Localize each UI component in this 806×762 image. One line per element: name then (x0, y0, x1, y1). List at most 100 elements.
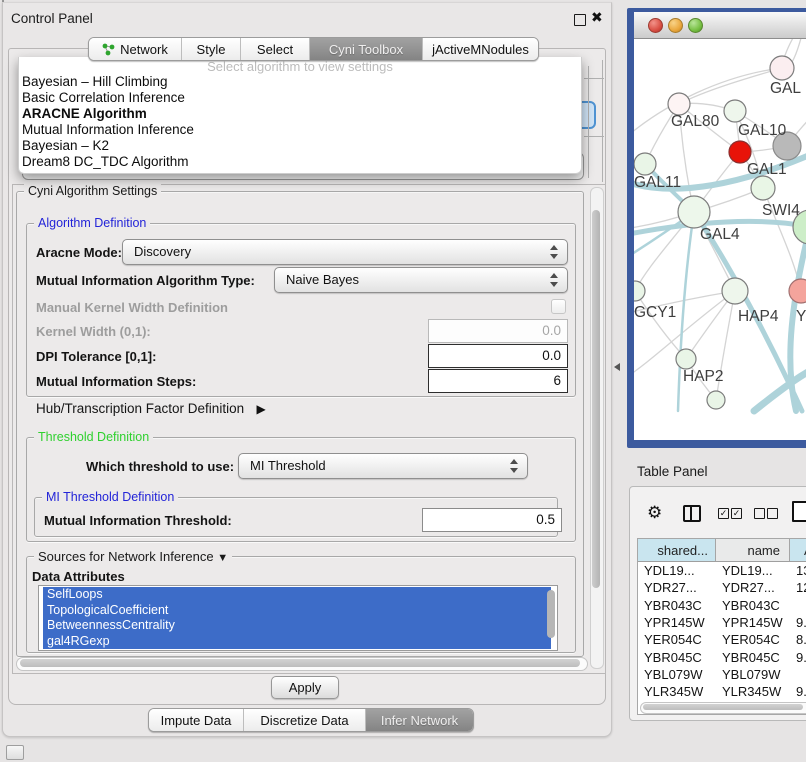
algorithm-option[interactable]: Basic Correlation Inference (22, 90, 185, 105)
kernel-width-field: 0.0 (428, 319, 568, 343)
hub-section-toggle[interactable]: Hub/Transcription Factor Definition ▶ (36, 400, 266, 416)
control-panel-bottom-tabs: Impute Data Discretize Data Infer Networ… (148, 708, 474, 732)
algorithm-option[interactable]: Bayesian – Hill Climbing (22, 74, 168, 89)
node-gal10[interactable] (724, 100, 746, 122)
aracne-mode-label: Aracne Mode: (36, 245, 122, 260)
control-panel-tabs: Network Style Select Cyni Toolbox jActiv… (88, 37, 539, 61)
table-row: YBR043CYBR043C (638, 597, 806, 614)
mi-threshold-label: Mutual Information Threshold: (44, 513, 232, 528)
node-label: GCY1 (634, 304, 676, 321)
settings-horizontal-scrollbar[interactable] (16, 657, 588, 671)
tab-discretize-data[interactable]: Discretize Data (243, 709, 365, 731)
table-rows: YDL19...YDL19...13 YDR27...YDR27...12 YB… (638, 562, 806, 700)
aracne-mode-value: Discovery (134, 244, 191, 259)
dock-mini-button[interactable] (6, 745, 24, 760)
table-row: YBL079WYBL079W (638, 666, 806, 683)
tab-jactivemnodules[interactable]: jActiveMNodules (422, 38, 538, 60)
table-horizontal-scrollbar[interactable] (640, 702, 806, 714)
network-canvas[interactable]: GAL GAL80 GAL10 GAL1 GAL11 SWI4 GAL4 GCY… (634, 39, 806, 440)
float-icon[interactable] (574, 14, 586, 26)
node-label: HAP4 (738, 308, 779, 325)
control-panel-title: Control Panel (11, 11, 93, 26)
algorithm-option[interactable]: Dream8 DC_TDC Algorithm (22, 154, 189, 169)
updown-arrows-icon (549, 245, 558, 259)
attribute-item[interactable]: gal4RGexp (43, 634, 551, 650)
column-header-name[interactable]: name (716, 539, 790, 561)
table-row: YLR345WYLR345W9. (638, 683, 806, 700)
node-gcy1[interactable] (634, 281, 645, 301)
node-gal80[interactable] (668, 93, 690, 115)
table-row: YPR145WYPR145W9. (638, 614, 806, 631)
tab-select[interactable]: Select (240, 38, 309, 60)
node-hap2[interactable] (676, 349, 696, 369)
algorithm-option[interactable]: Mutual Information Inference (22, 122, 194, 137)
settings-vertical-scrollbar[interactable] (590, 187, 604, 669)
attribute-item[interactable]: SelfLoops (43, 587, 551, 603)
algorithm-option[interactable]: Bayesian – K2 (22, 138, 109, 153)
attr-list-scrollbar-thumb[interactable] (547, 590, 555, 638)
select-all-checkbox-icon[interactable]: ✓ (718, 508, 729, 519)
table-panel-title: Table Panel (637, 464, 708, 479)
node-table: shared... name A YDL19...YDL19...13 YDR2… (637, 538, 806, 715)
triangle-down-icon: ▼ (217, 552, 228, 564)
mi-type-value: Naive Bayes (286, 272, 359, 287)
tab-style[interactable]: Style (181, 38, 240, 60)
mi-threshold-value: 0.5 (536, 512, 555, 527)
tab-network[interactable]: Network (89, 38, 181, 60)
column-header-partial[interactable]: A (790, 539, 806, 561)
deselect-all-checkbox-icon[interactable] (767, 508, 778, 519)
mi-threshold-field[interactable]: 0.5 (422, 508, 562, 532)
node-gal1[interactable] (751, 176, 775, 200)
zoom-traffic-button[interactable] (688, 18, 703, 33)
algorithm-placeholder: Select algorithm to view settings (19, 59, 581, 74)
network-window-titlebar[interactable] (634, 12, 806, 39)
manual-kernel-checkbox (551, 299, 566, 314)
node-gal4[interactable] (678, 196, 710, 228)
scrollbar-thumb[interactable] (20, 659, 580, 667)
algorithm-option[interactable]: ARACNE Algorithm (22, 106, 147, 121)
column-header-shared[interactable]: shared... (638, 539, 716, 561)
node-hap4[interactable] (722, 278, 748, 304)
node-partial-bottom[interactable] (707, 391, 725, 409)
tab-impute-data[interactable]: Impute Data (149, 709, 243, 731)
kernel-width-label: Kernel Width (0,1): (36, 324, 151, 339)
attribute-item[interactable]: BetweennessCentrality (43, 618, 551, 634)
screen: Control Panel ✖ Network Style Select Cyn… (0, 0, 806, 762)
tab-infer-network[interactable]: Infer Network (365, 709, 473, 731)
node-label: GAL (770, 80, 801, 97)
network-view-window[interactable]: GAL GAL80 GAL10 GAL1 GAL11 SWI4 GAL4 GCY… (627, 8, 806, 448)
select-all-checkbox-icon[interactable]: ✓ (731, 508, 742, 519)
gear-icon[interactable]: ⚙ (647, 504, 662, 521)
document-icon[interactable] (792, 501, 806, 522)
node-salmon[interactable] (789, 279, 806, 303)
data-attributes-label: Data Attributes (32, 569, 125, 584)
apply-button[interactable]: Apply (271, 676, 339, 699)
mi-steps-label: Mutual Information Steps: (36, 374, 196, 389)
updown-arrows-icon (509, 459, 518, 473)
minimize-traffic-button[interactable] (668, 18, 683, 33)
node-red[interactable] (729, 141, 751, 163)
node-gal-partial[interactable] (770, 56, 794, 80)
sources-group-title[interactable]: Sources for Network Inference ▼ (34, 549, 232, 564)
panel-collapse-arrow[interactable] (614, 363, 620, 371)
close-icon[interactable]: ✖ (591, 9, 603, 26)
columns-icon[interactable] (683, 505, 701, 522)
table-row: YDL19...YDL19...13 (638, 562, 806, 579)
tab-cyni-toolbox[interactable]: Cyni Toolbox (309, 38, 422, 60)
node-label: HAP2 (683, 368, 724, 385)
dpi-tolerance-field[interactable]: 0.0 (428, 344, 568, 368)
table-header-row: shared... name A (638, 539, 806, 562)
cyni-settings-title: Cyni Algorithm Settings (24, 184, 161, 198)
aracne-mode-select[interactable]: Discovery (122, 239, 568, 265)
mi-type-select[interactable]: Naive Bayes (274, 267, 568, 293)
scrollbar-thumb[interactable] (592, 210, 600, 588)
close-traffic-button[interactable] (648, 18, 663, 33)
algorithm-dropdown-popup: Select algorithm to view settings Bayesi… (18, 57, 582, 174)
scrollbar-thumb[interactable] (643, 704, 803, 710)
manual-kernel-label: Manual Kernel Width Definition (36, 300, 228, 315)
deselect-all-checkbox-icon[interactable] (754, 508, 765, 519)
attribute-item[interactable]: TopologicalCoefficient (43, 603, 551, 619)
which-threshold-select[interactable]: MI Threshold (238, 453, 528, 479)
mi-steps-field[interactable]: 6 (428, 369, 568, 393)
node-gal11[interactable] (634, 153, 656, 175)
